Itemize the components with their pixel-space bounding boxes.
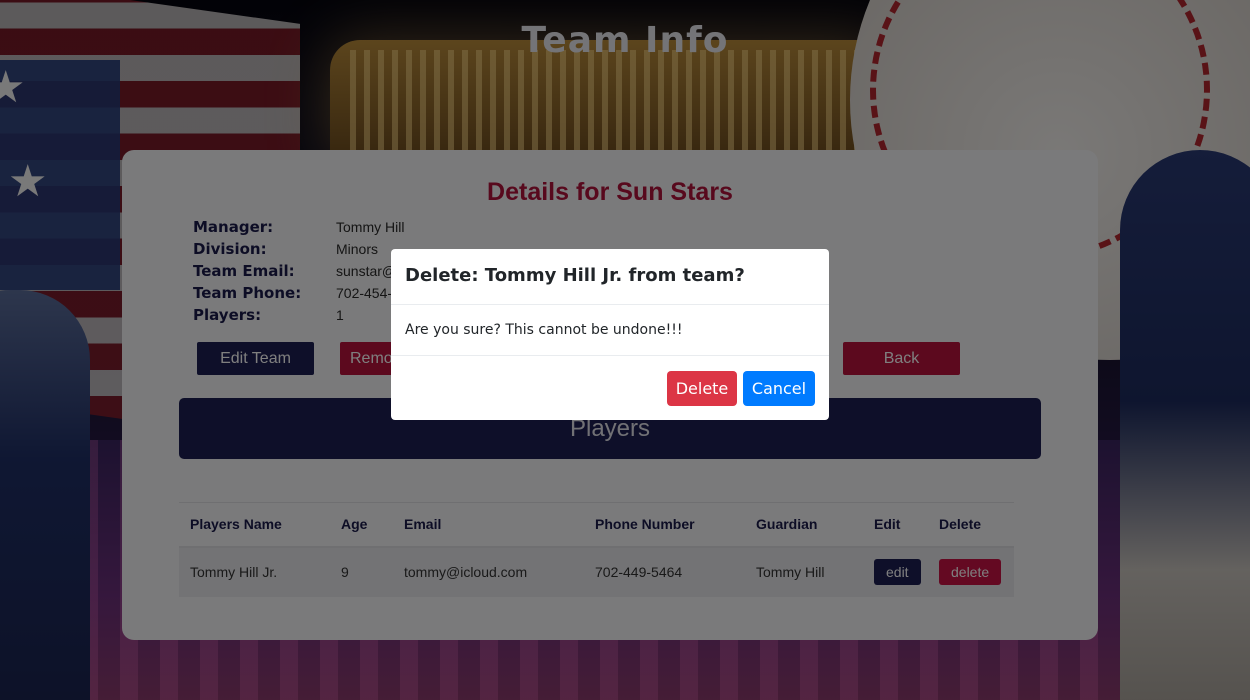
cancel-button[interactable]: Cancel (743, 371, 815, 406)
modal-title: Delete: Tommy Hill Jr. from team? (405, 265, 745, 286)
modal-header: Delete: Tommy Hill Jr. from team? (391, 249, 829, 305)
modal-footer: Delete Cancel (391, 356, 829, 420)
delete-confirm-dialog: Delete: Tommy Hill Jr. from team? Are yo… (391, 249, 829, 420)
modal-body: Are you sure? This cannot be undone!!! (391, 305, 829, 356)
confirm-delete-button[interactable]: Delete (667, 371, 737, 406)
